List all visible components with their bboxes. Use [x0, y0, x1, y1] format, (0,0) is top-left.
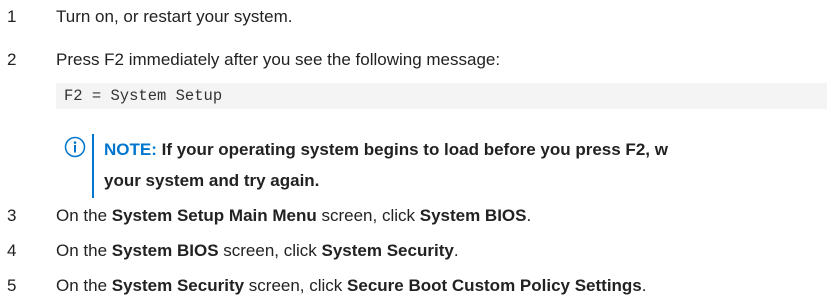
note-line-1: NOTE: If your operating system begins to…: [104, 134, 827, 165]
note-line-2: your system and try again.: [104, 171, 320, 190]
step-1: 1 Turn on, or restart your system.: [0, 2, 827, 32]
page: { "steps": [ { "num": "1", "parts": [ { …: [0, 0, 827, 305]
step-2: 2 Press F2 immediately after you see the…: [0, 45, 827, 75]
step-number: 5: [7, 276, 17, 295]
ui-term: System Security: [111, 276, 245, 295]
step-text-run: .: [641, 276, 647, 295]
note-divider: [92, 134, 94, 198]
info-icon: [64, 136, 86, 158]
note-text: NOTE: If your operating system begins to…: [104, 134, 827, 196]
step-text-run: screen, click: [316, 206, 420, 225]
step-number: 2: [7, 50, 17, 69]
ui-term: System Security: [321, 241, 454, 260]
step-4: 4 On the System BIOS screen, click Syste…: [0, 236, 827, 266]
ui-term: System Setup Main Menu: [111, 206, 317, 225]
step-text-run: screen, click: [218, 241, 322, 260]
step-text-run: screen, click: [244, 276, 348, 295]
step-text: On the System Security screen, click Sec…: [56, 271, 647, 301]
step-number: 4: [7, 241, 17, 260]
step-text-run: Turn on, or restart your system.: [56, 7, 293, 26]
step-text: Press F2 immediately after you see the f…: [56, 45, 500, 75]
step-text-run: On the: [56, 276, 112, 295]
step-text-run: On the: [56, 206, 112, 225]
ui-term: Secure Boot Custom Policy Settings: [347, 276, 642, 295]
step-number: 1: [7, 7, 17, 26]
ui-term: System BIOS: [111, 241, 219, 260]
ui-term: System BIOS: [419, 206, 527, 225]
note-body: If your operating system begins to load …: [156, 140, 668, 159]
note-callout: NOTE: If your operating system begins to…: [64, 134, 827, 198]
note-label: NOTE:: [104, 140, 157, 159]
step-5: 5 On the System Security screen, click S…: [0, 271, 827, 301]
step-text: On the System BIOS screen, click System …: [56, 236, 459, 266]
step-text-run: On the: [56, 241, 112, 260]
step-3: 3 On the System Setup Main Menu screen, …: [0, 201, 827, 231]
step-number: 3: [7, 206, 17, 225]
step-text-run: Press F2 immediately after you see the f…: [56, 50, 501, 69]
step-text-run: .: [526, 206, 532, 225]
step-text-run: .: [453, 241, 459, 260]
step-text: Turn on, or restart your system.: [56, 2, 293, 32]
step-text: On the System Setup Main Menu screen, cl…: [56, 201, 531, 231]
code-block: F2 = System Setup: [56, 83, 827, 109]
